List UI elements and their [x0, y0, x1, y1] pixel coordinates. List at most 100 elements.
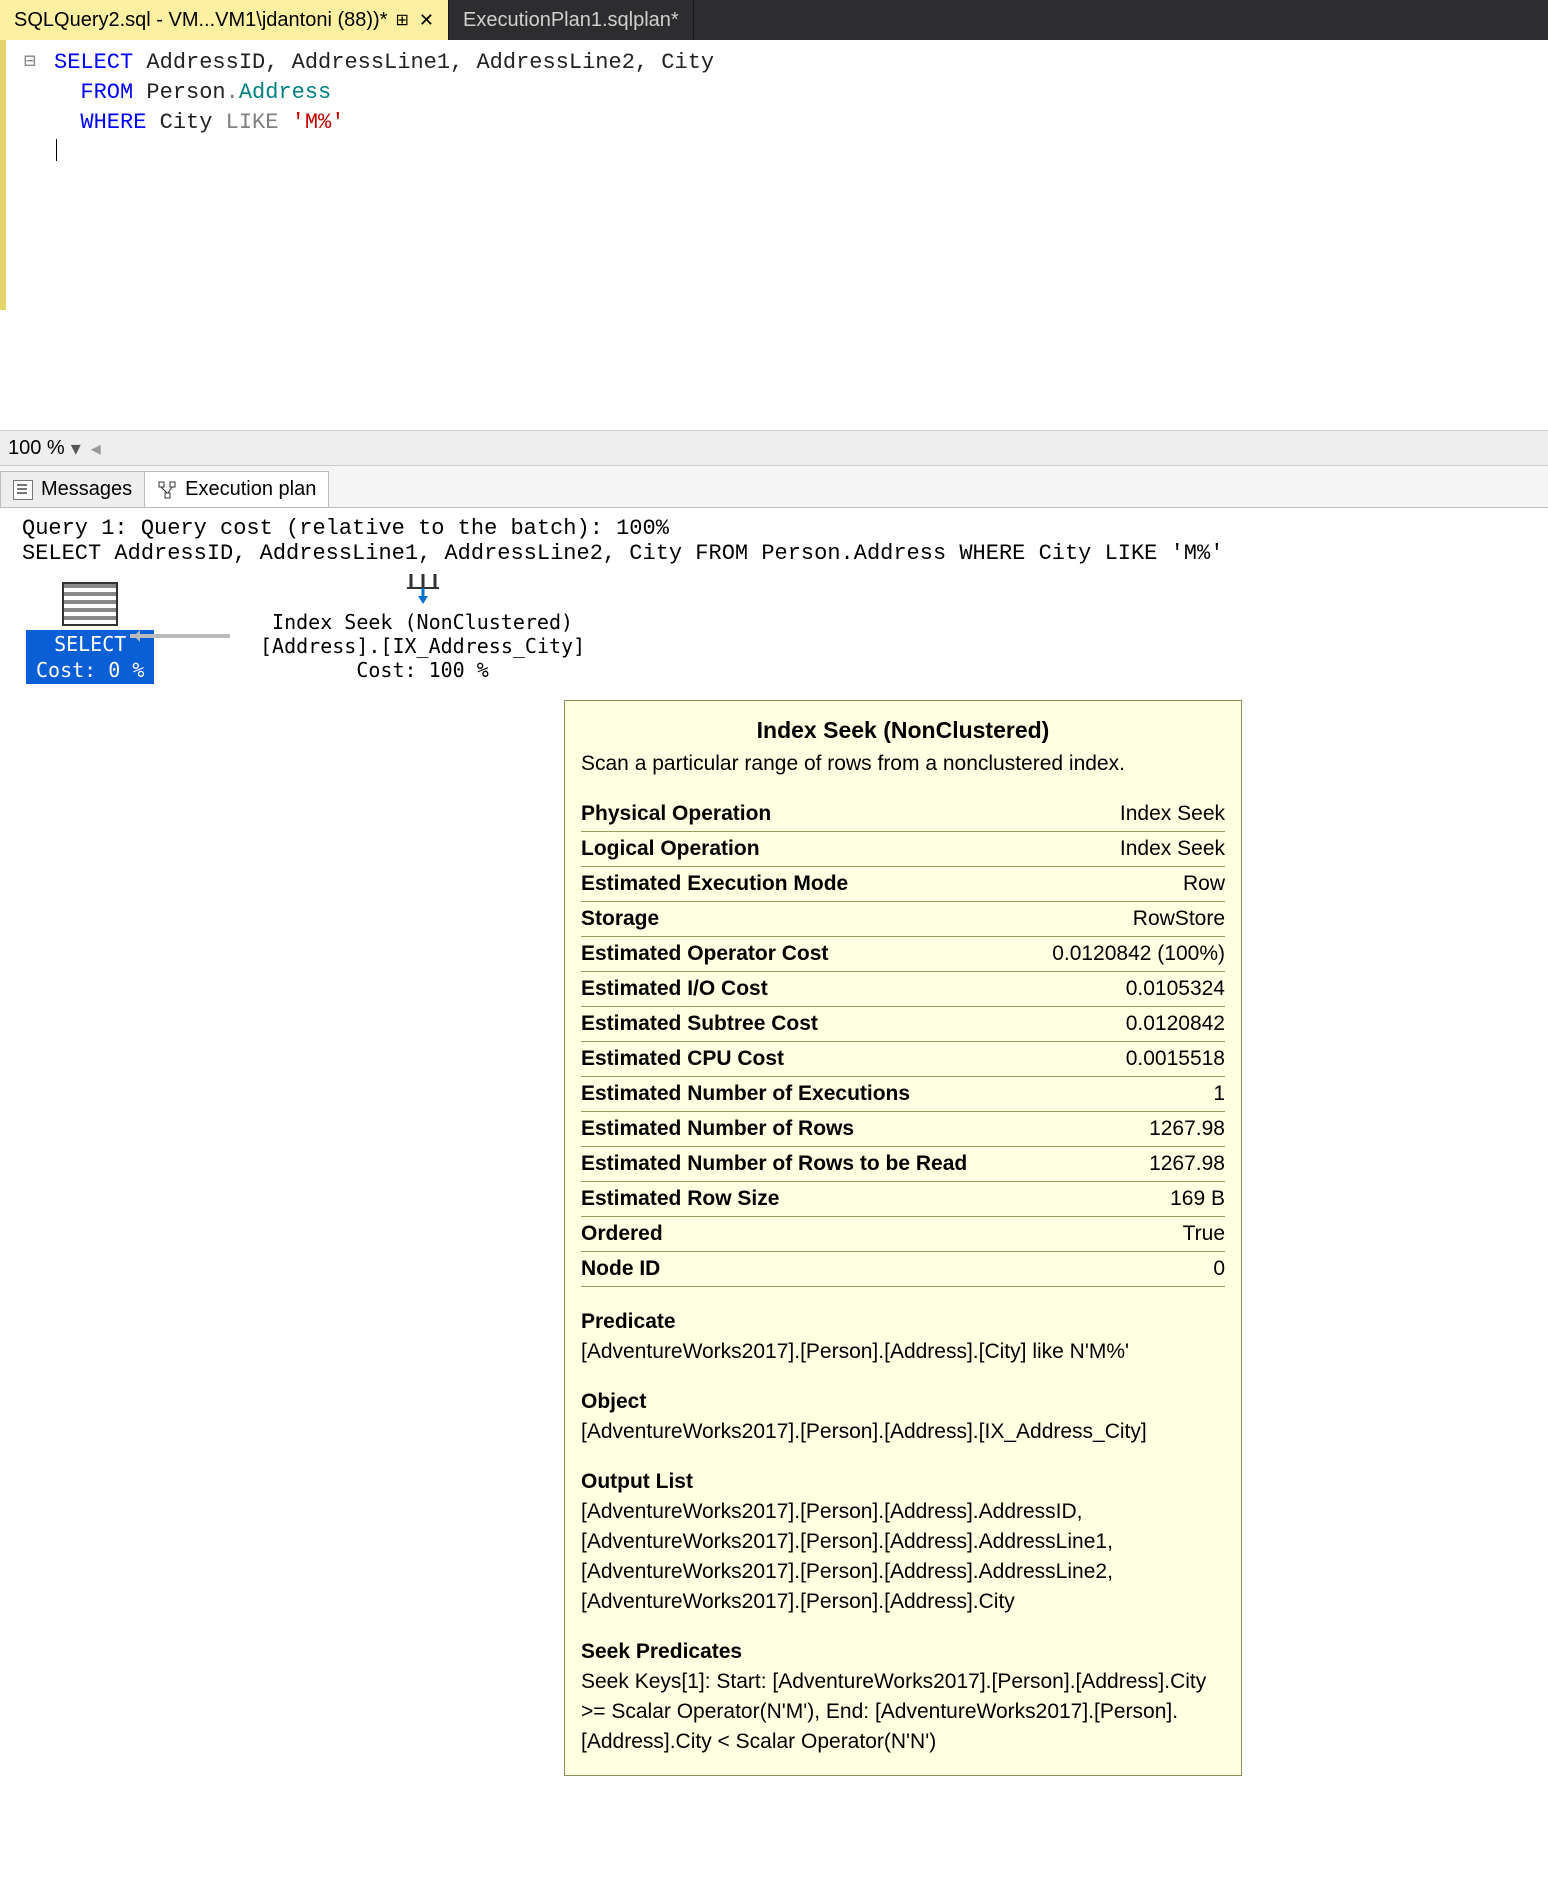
property-row: Physical OperationIndex Seek — [581, 797, 1225, 832]
section-body: [AdventureWorks2017].[Person].[Address].… — [581, 1337, 1225, 1367]
property-value: 0 — [993, 1252, 1225, 1287]
property-row: Estimated Subtree Cost0.0120842 — [581, 1007, 1225, 1042]
select-node-cost: Cost: 0 % — [26, 658, 154, 684]
section-body: Seek Keys[1]: Start: [AdventureWorks2017… — [581, 1667, 1225, 1757]
property-row: Estimated CPU Cost0.0015518 — [581, 1042, 1225, 1077]
editor-blank-area — [0, 310, 1548, 430]
property-value: True — [993, 1217, 1225, 1252]
property-value: Index Seek — [993, 797, 1225, 832]
seek-node-object: [Address].[IX_Address_City] — [260, 634, 585, 658]
property-row: Estimated Execution ModeRow — [581, 867, 1225, 902]
fold-icon[interactable]: ⊟ — [6, 48, 54, 72]
property-value: 169 B — [993, 1182, 1225, 1217]
execution-plan-icon — [157, 480, 177, 500]
sql-editor[interactable]: ⊟ SELECT AddressID, AddressLine1, Addres… — [0, 40, 1548, 310]
tab-execution-plan[interactable]: Execution plan — [144, 471, 329, 507]
tab-label: ExecutionPlan1.sqlplan* — [463, 9, 679, 32]
plan-canvas[interactable]: SELECT Cost: 0 % Index Seek (NonClustere… — [0, 570, 1548, 700]
zoom-bar: 100 % ▾ ◂ — [0, 430, 1548, 466]
tab-messages[interactable]: Messages — [0, 471, 145, 507]
property-row: StorageRowStore — [581, 902, 1225, 937]
document-tab-bar: SQLQuery2.sql - VM...VM1\jdantoni (88))*… — [0, 0, 1548, 40]
property-row: Estimated Number of Executions1 — [581, 1077, 1225, 1112]
property-row: Logical OperationIndex Seek — [581, 832, 1225, 867]
tooltip-title: Index Seek (NonClustered) — [581, 715, 1225, 745]
keyword-from: FROM — [80, 80, 133, 105]
property-key: Estimated I/O Cost — [581, 972, 993, 1007]
property-key: Logical Operation — [581, 832, 993, 867]
property-value: 0.0120842 (100%) — [993, 937, 1225, 972]
property-key: Physical Operation — [581, 797, 993, 832]
property-key: Estimated Operator Cost — [581, 937, 993, 972]
tooltip-section: Predicate[AdventureWorks2017].[Person].[… — [581, 1307, 1225, 1367]
property-key: Estimated Subtree Cost — [581, 1007, 993, 1042]
property-value: RowStore — [993, 902, 1225, 937]
tooltip-section: Seek PredicatesSeek Keys[1]: Start: [Adv… — [581, 1637, 1225, 1757]
text-cursor — [56, 139, 57, 161]
close-icon[interactable]: ✕ — [419, 10, 434, 31]
property-value: 1 — [993, 1077, 1225, 1112]
property-value: Index Seek — [993, 832, 1225, 867]
property-row: Estimated Row Size169 B — [581, 1182, 1225, 1217]
property-key: Node ID — [581, 1252, 993, 1287]
plan-arrow — [130, 632, 240, 640]
tooltip-description: Scan a particular range of rows from a n… — [581, 749, 1225, 779]
select-node-icon — [62, 582, 118, 626]
property-value: 0.0120842 — [993, 1007, 1225, 1042]
property-row: Estimated Operator Cost0.0120842 (100%) — [581, 937, 1225, 972]
tab-sqlquery2[interactable]: SQLQuery2.sql - VM...VM1\jdantoni (88))*… — [0, 0, 449, 40]
zoom-dropdown-icon[interactable]: ▾ — [71, 436, 81, 461]
plan-query-text: SELECT AddressID, AddressLine1, AddressL… — [22, 541, 1223, 566]
property-value: 0.0105324 — [993, 972, 1225, 1007]
zoom-value[interactable]: 100 % — [8, 437, 65, 460]
section-header: Object — [581, 1387, 1225, 1417]
select-columns: AddressID, AddressLine1, AddressLine2, C… — [133, 50, 714, 75]
seek-node-cost: Cost: 100 % — [260, 658, 585, 682]
property-value: 1267.98 — [993, 1112, 1225, 1147]
property-value: 0.0015518 — [993, 1042, 1225, 1077]
property-row: OrderedTrue — [581, 1217, 1225, 1252]
operator-tooltip: Index Seek (NonClustered) Scan a particu… — [564, 700, 1242, 1776]
scroll-left-icon[interactable]: ◂ — [91, 436, 101, 461]
property-row: Estimated I/O Cost0.0105324 — [581, 972, 1225, 1007]
where-column: City — [146, 110, 225, 135]
property-key: Ordered — [581, 1217, 993, 1252]
plan-query-cost: Query 1: Query cost (relative to the bat… — [22, 516, 669, 541]
tab-label: Execution plan — [185, 478, 316, 501]
property-row: Estimated Number of Rows1267.98 — [581, 1112, 1225, 1147]
section-header: Predicate — [581, 1307, 1225, 1337]
tooltip-properties-table: Physical OperationIndex SeekLogical Oper… — [581, 797, 1225, 1287]
table-name: Address — [239, 80, 331, 105]
keyword-select: SELECT — [54, 50, 133, 75]
tab-executionplan1[interactable]: ExecutionPlan1.sqlplan* — [449, 0, 694, 40]
section-body: [AdventureWorks2017].[Person].[Address].… — [581, 1417, 1225, 1447]
editor-gutter: ⊟ — [6, 40, 54, 310]
section-header: Output List — [581, 1467, 1225, 1497]
dot: . — [226, 80, 239, 105]
tab-label: SQLQuery2.sql - VM...VM1\jdantoni (88))* — [14, 9, 387, 32]
messages-icon — [13, 480, 33, 500]
tab-label: Messages — [41, 478, 132, 501]
section-header: Seek Predicates — [581, 1637, 1225, 1667]
tooltip-section: Object[AdventureWorks2017].[Person].[Add… — [581, 1387, 1225, 1447]
property-row: Node ID0 — [581, 1252, 1225, 1287]
tooltip-section: Output List[AdventureWorks2017].[Person]… — [581, 1467, 1225, 1617]
plan-node-index-seek[interactable]: Index Seek (NonClustered) [Address].[IX_… — [260, 570, 585, 682]
plan-header: Query 1: Query cost (relative to the bat… — [0, 508, 1548, 570]
property-row: Estimated Number of Rows to be Read1267.… — [581, 1147, 1225, 1182]
seek-node-title: Index Seek (NonClustered) — [260, 610, 585, 634]
property-value: Row — [993, 867, 1225, 902]
schema-name: Person — [133, 80, 225, 105]
pin-icon[interactable]: ⊞ — [395, 10, 408, 30]
property-key: Storage — [581, 902, 993, 937]
property-key: Estimated Number of Rows to be Read — [581, 1147, 993, 1182]
sql-code[interactable]: SELECT AddressID, AddressLine1, AddressL… — [54, 40, 714, 138]
property-key: Estimated Execution Mode — [581, 867, 993, 902]
index-seek-icon — [403, 570, 443, 606]
results-tab-bar: Messages Execution plan — [0, 466, 1548, 508]
keyword-where: WHERE — [80, 110, 146, 135]
keyword-like: LIKE — [226, 110, 279, 135]
string-literal: 'M%' — [278, 110, 344, 135]
property-key: Estimated CPU Cost — [581, 1042, 993, 1077]
section-body: [AdventureWorks2017].[Person].[Address].… — [581, 1497, 1225, 1617]
